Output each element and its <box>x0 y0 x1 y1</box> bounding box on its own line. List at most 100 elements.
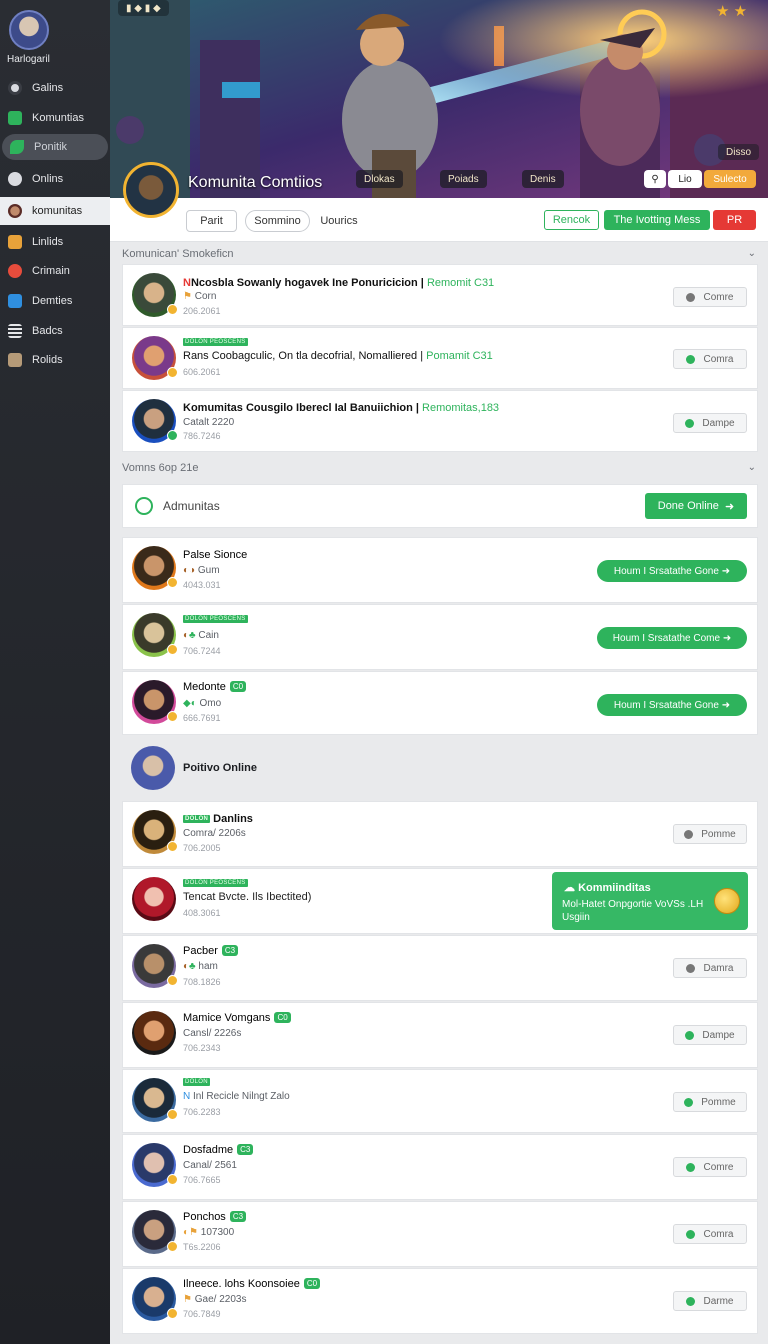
tab-sommino[interactable]: Sommino <box>245 210 310 232</box>
list-item[interactable]: Pacber C3 ◐♣ ham 708.1826 Damra <box>122 935 758 1001</box>
check-icon <box>686 1162 696 1172</box>
item-meta: 666.7691 <box>183 713 221 723</box>
avatar <box>132 810 178 854</box>
check-icon <box>686 1229 696 1239</box>
main-content: ▮ ◆ ▮ ◆ Disso ★ ★ Komunita Comtiios Dlok… <box>110 0 768 1344</box>
arrow-right-icon: ➜ <box>725 500 735 513</box>
banner-chip-dlokas[interactable]: Dlokas <box>356 170 403 188</box>
avatar[interactable] <box>9 10 49 50</box>
search-icon <box>8 81 22 95</box>
chip-label: Dlokas <box>364 173 395 185</box>
sidebar-item-onlins[interactable]: Onlins <box>0 166 110 192</box>
item-meta: 786.7246 <box>183 431 221 441</box>
row-action-button[interactable]: Houm I Srsatathe Gone ➜ <box>597 694 747 716</box>
item-meta: 706.2343 <box>183 1043 221 1053</box>
sidebar-profile[interactable]: Harlogaril <box>0 0 110 80</box>
sidebar-item-ponitik[interactable]: Ponitik <box>2 134 108 160</box>
row-action-button[interactable]: Comre <box>673 1157 747 1177</box>
cloud-icon: ☁ <box>564 882 575 894</box>
chevron-down-icon[interactable]: ⌄ <box>748 248 756 259</box>
row-action-button[interactable]: Comre <box>673 287 747 307</box>
status-icon <box>686 292 696 302</box>
chevron-down-icon[interactable]: ⌄ <box>748 462 756 473</box>
item-meta: 606.2061 <box>183 367 221 377</box>
item-meta: 706.2283 <box>183 1107 221 1117</box>
badge-icon <box>8 235 22 249</box>
sidebar-item-rolids[interactable]: Rolids <box>0 347 110 373</box>
row-action-button[interactable]: Houm I Srsatathe Gone ➜ <box>597 560 747 582</box>
sidebar-item-badcs[interactable]: Badcs <box>0 318 110 344</box>
row-action-button[interactable]: Pomme <box>673 824 747 844</box>
list-item[interactable]: Dosfadme C3 Canal/ 2561 706.7665 Comre <box>122 1134 758 1200</box>
row-action-button[interactable]: Pomme <box>673 1092 747 1112</box>
banner-top-icons: ▮ ◆ ▮ ◆ <box>118 0 169 16</box>
status-dot <box>167 711 178 722</box>
grid-icon <box>8 353 22 367</box>
list-item[interactable]: Komumitas Cousgilo Iberecl Ial Banuiichi… <box>122 390 758 452</box>
sidebar-item-galins[interactable]: Galins <box>0 75 110 101</box>
sidebar-item-linlids[interactable]: Linlids <box>0 229 110 255</box>
list-item[interactable]: DOLON Danlins Comra/ 2206s 706.2005 Pomme <box>122 801 758 867</box>
search-button[interactable]: ⚲ <box>644 170 666 188</box>
item-meta: 706.2005 <box>183 843 221 853</box>
list-item[interactable]: DOLON PEOSCENS ◐♣ Cain 706.7244 Houm I S… <box>122 604 758 670</box>
item-meta: 706.7849 <box>183 1309 221 1319</box>
avatar <box>132 273 178 317</box>
avatar <box>132 336 178 380</box>
item-meta: T6s.2206 <box>183 1242 221 1252</box>
row-action-button[interactable]: Darme <box>673 1291 747 1311</box>
row-action-button[interactable]: Comra <box>673 1224 747 1244</box>
recent-button[interactable]: Rencok <box>544 210 599 230</box>
row-action-button[interactable]: Houm I Srsatathe Come ➜ <box>597 627 747 649</box>
list-icon <box>8 324 22 338</box>
level-badge: C3 <box>237 1144 254 1155</box>
coin-icon <box>714 888 740 914</box>
sidebar-item-komuntias[interactable]: Komuntias <box>0 105 110 131</box>
main-action-button[interactable]: The Ivotting Mess <box>604 210 710 230</box>
status-dot <box>167 1308 178 1319</box>
list-item[interactable]: Palse Sionce ◐◑ Gum 4043.031 Houm I Srsa… <box>122 537 758 603</box>
sidebar: Harlogaril Galins Komuntias Ponitik Onli… <box>0 0 110 1344</box>
list-item[interactable]: DOLON PEOSCENS Rans Coobagculic, On tla … <box>122 327 758 389</box>
row-action-button[interactable]: Dampe <box>673 413 747 433</box>
sidebar-item-komunitas[interactable]: komunitas <box>0 197 110 225</box>
banner-lio-button[interactable]: Lio <box>668 170 702 188</box>
status-dot <box>167 841 178 852</box>
banner-chip-poiads[interactable]: Poiads <box>440 170 487 188</box>
list-item[interactable]: DOLON N Inl Recicle Nilngt Zalo 706.2283… <box>122 1069 758 1133</box>
row-action-button[interactable]: Dampe <box>673 1025 747 1045</box>
status-dot <box>167 367 178 378</box>
star-icon: ★ ★ <box>716 3 748 20</box>
sidebar-item-label: Badcs <box>32 325 63 337</box>
sidebar-item-crimain[interactable]: Crimain <box>0 258 110 284</box>
tab-uourics[interactable]: Uourics <box>314 210 364 232</box>
section-title: Komunican' Smokeficn <box>122 248 234 260</box>
level-badge: C3 <box>221 945 239 956</box>
report-button[interactable]: PR <box>713 210 756 230</box>
item-meta: 408.3061 <box>183 908 221 918</box>
globe-icon <box>8 172 22 186</box>
row-action-button[interactable]: Damra <box>673 958 747 978</box>
done-online-button[interactable]: Done Online ➜ <box>645 493 747 519</box>
item-title: NNcosbla Sowanly hogavek Ine Ponuricicio… <box>183 277 495 289</box>
list-item[interactable]: Ponchos C3 ◐⚑ 107300 T6s.2206 Comra <box>122 1201 758 1267</box>
list-item[interactable]: Ilneece. lohs Koonsoiee C0 ⚑ Gae/ 2203s 7… <box>122 1268 758 1334</box>
avatar <box>132 1210 178 1254</box>
coin-icon: ◆◐ <box>183 698 197 709</box>
section-header-label: Admunitas <box>163 499 220 513</box>
leaf-icon <box>10 140 24 154</box>
avatar <box>132 1011 176 1055</box>
tab-parit[interactable]: Parit <box>186 210 237 232</box>
join-button[interactable]: Sulecto <box>704 170 756 188</box>
banner-chip-denis[interactable]: Denis <box>522 170 564 188</box>
status-dot <box>167 644 178 655</box>
community-popover[interactable]: ☁ Kommiinditas Mol-Hatet Onpgortie VoVSs… <box>552 872 748 930</box>
list-item[interactable]: Medonte C0 ◆◐ Omo 666.7691 Houm I Srsatat… <box>122 671 758 735</box>
item-sub: ◐⚑ 107300 <box>183 1227 235 1238</box>
list-item[interactable]: Mamice Vomgans C0 Cansl/ 2226s 706.2343 D… <box>122 1002 758 1068</box>
row-action-button[interactable]: Comra <box>673 349 747 369</box>
list-item[interactable]: NNcosbla Sowanly hogavek Ine Ponuricicio… <box>122 264 758 326</box>
coin-icon: ◐⚑ <box>183 1227 199 1238</box>
sidebar-item-demties[interactable]: Demties <box>0 288 110 314</box>
item-sub: Comra/ 2206s <box>183 828 246 839</box>
